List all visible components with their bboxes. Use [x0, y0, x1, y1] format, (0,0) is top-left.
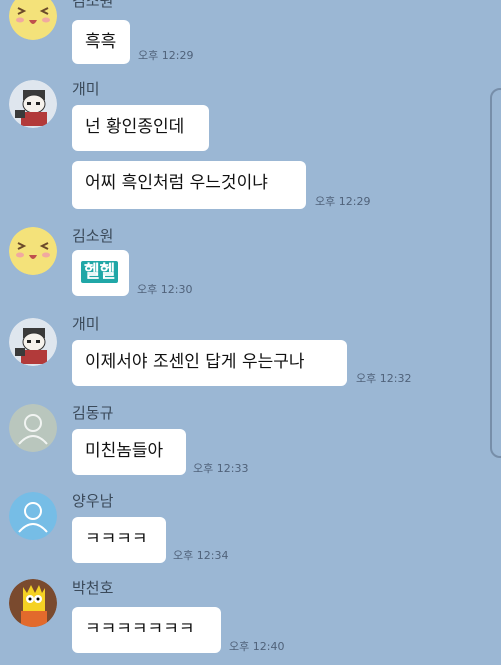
cartoon-character-icon: [9, 579, 57, 627]
avatar-kim-sowon[interactable]: [9, 0, 57, 40]
sender-name: 양우남: [72, 492, 114, 510]
message-text: 어찌 흑인처럼 우느것이냐: [85, 173, 268, 193]
chat-room: 김소원 흑흑 오후 12:29 개미 넌 황인종인데 어찌 흑인처럼 우느것이냐…: [0, 0, 501, 665]
message-bubble[interactable]: 어찌 흑인처럼 우느것이냐: [72, 161, 306, 209]
message-bubble[interactable]: 흑흑: [72, 20, 130, 64]
avatar-gaemi[interactable]: [9, 80, 57, 128]
timestamp: 오후 12:34: [173, 549, 229, 562]
scroll-indicator[interactable]: [490, 88, 501, 458]
message-bubble[interactable]: ㅋㅋㅋㅋ: [72, 517, 166, 563]
sender-name: 박천호: [72, 579, 114, 597]
timestamp: 오후 12:33: [193, 462, 249, 475]
message-bubble[interactable]: 이제서야 조센인 답게 우는구나: [72, 340, 347, 386]
message-text: 미친놈들아: [85, 441, 164, 461]
avatar-park-cheonho[interactable]: [9, 579, 57, 627]
avatar-kim-sowon[interactable]: [9, 227, 57, 275]
message-text: ㅋㅋㅋㅋㅋㅋㅋ: [85, 619, 195, 639]
message-bubble[interactable]: 헬헬: [72, 250, 129, 296]
sender-name: 김소원: [72, 0, 114, 10]
message-text: 헬헬: [81, 261, 119, 283]
message-text: 흑흑: [85, 32, 117, 52]
avatar-yang-unam[interactable]: [9, 492, 57, 540]
sender-name: 개미: [72, 315, 100, 333]
avatar-kim-donggyu[interactable]: [9, 404, 57, 452]
message-text: 넌 황인종인데: [85, 117, 185, 137]
default-profile-icon: [9, 492, 57, 540]
default-profile-icon: [9, 404, 57, 452]
message-text: ㅋㅋㅋㅋ: [85, 529, 148, 549]
timestamp: 오후 12:29: [315, 195, 371, 208]
sender-name: 김동규: [72, 404, 114, 422]
message-bubble[interactable]: 넌 황인종인데: [72, 105, 209, 151]
timestamp: 오후 12:29: [138, 49, 194, 62]
sender-name: 개미: [72, 80, 100, 98]
cartoon-character-icon: [9, 318, 57, 366]
message-bubble[interactable]: 미친놈들아: [72, 429, 186, 475]
timestamp: 오후 12:30: [137, 283, 193, 296]
timestamp: 오후 12:40: [229, 640, 285, 653]
laughing-face-icon: [9, 227, 57, 275]
laughing-face-icon: [9, 0, 57, 40]
message-text: 이제서야 조센인 답게 우는구나: [85, 352, 305, 372]
sender-name: 김소원: [72, 227, 114, 245]
message-bubble[interactable]: ㅋㅋㅋㅋㅋㅋㅋ: [72, 607, 221, 653]
avatar-gaemi[interactable]: [9, 318, 57, 366]
timestamp: 오후 12:32: [356, 372, 412, 385]
cartoon-character-icon: [9, 80, 57, 128]
